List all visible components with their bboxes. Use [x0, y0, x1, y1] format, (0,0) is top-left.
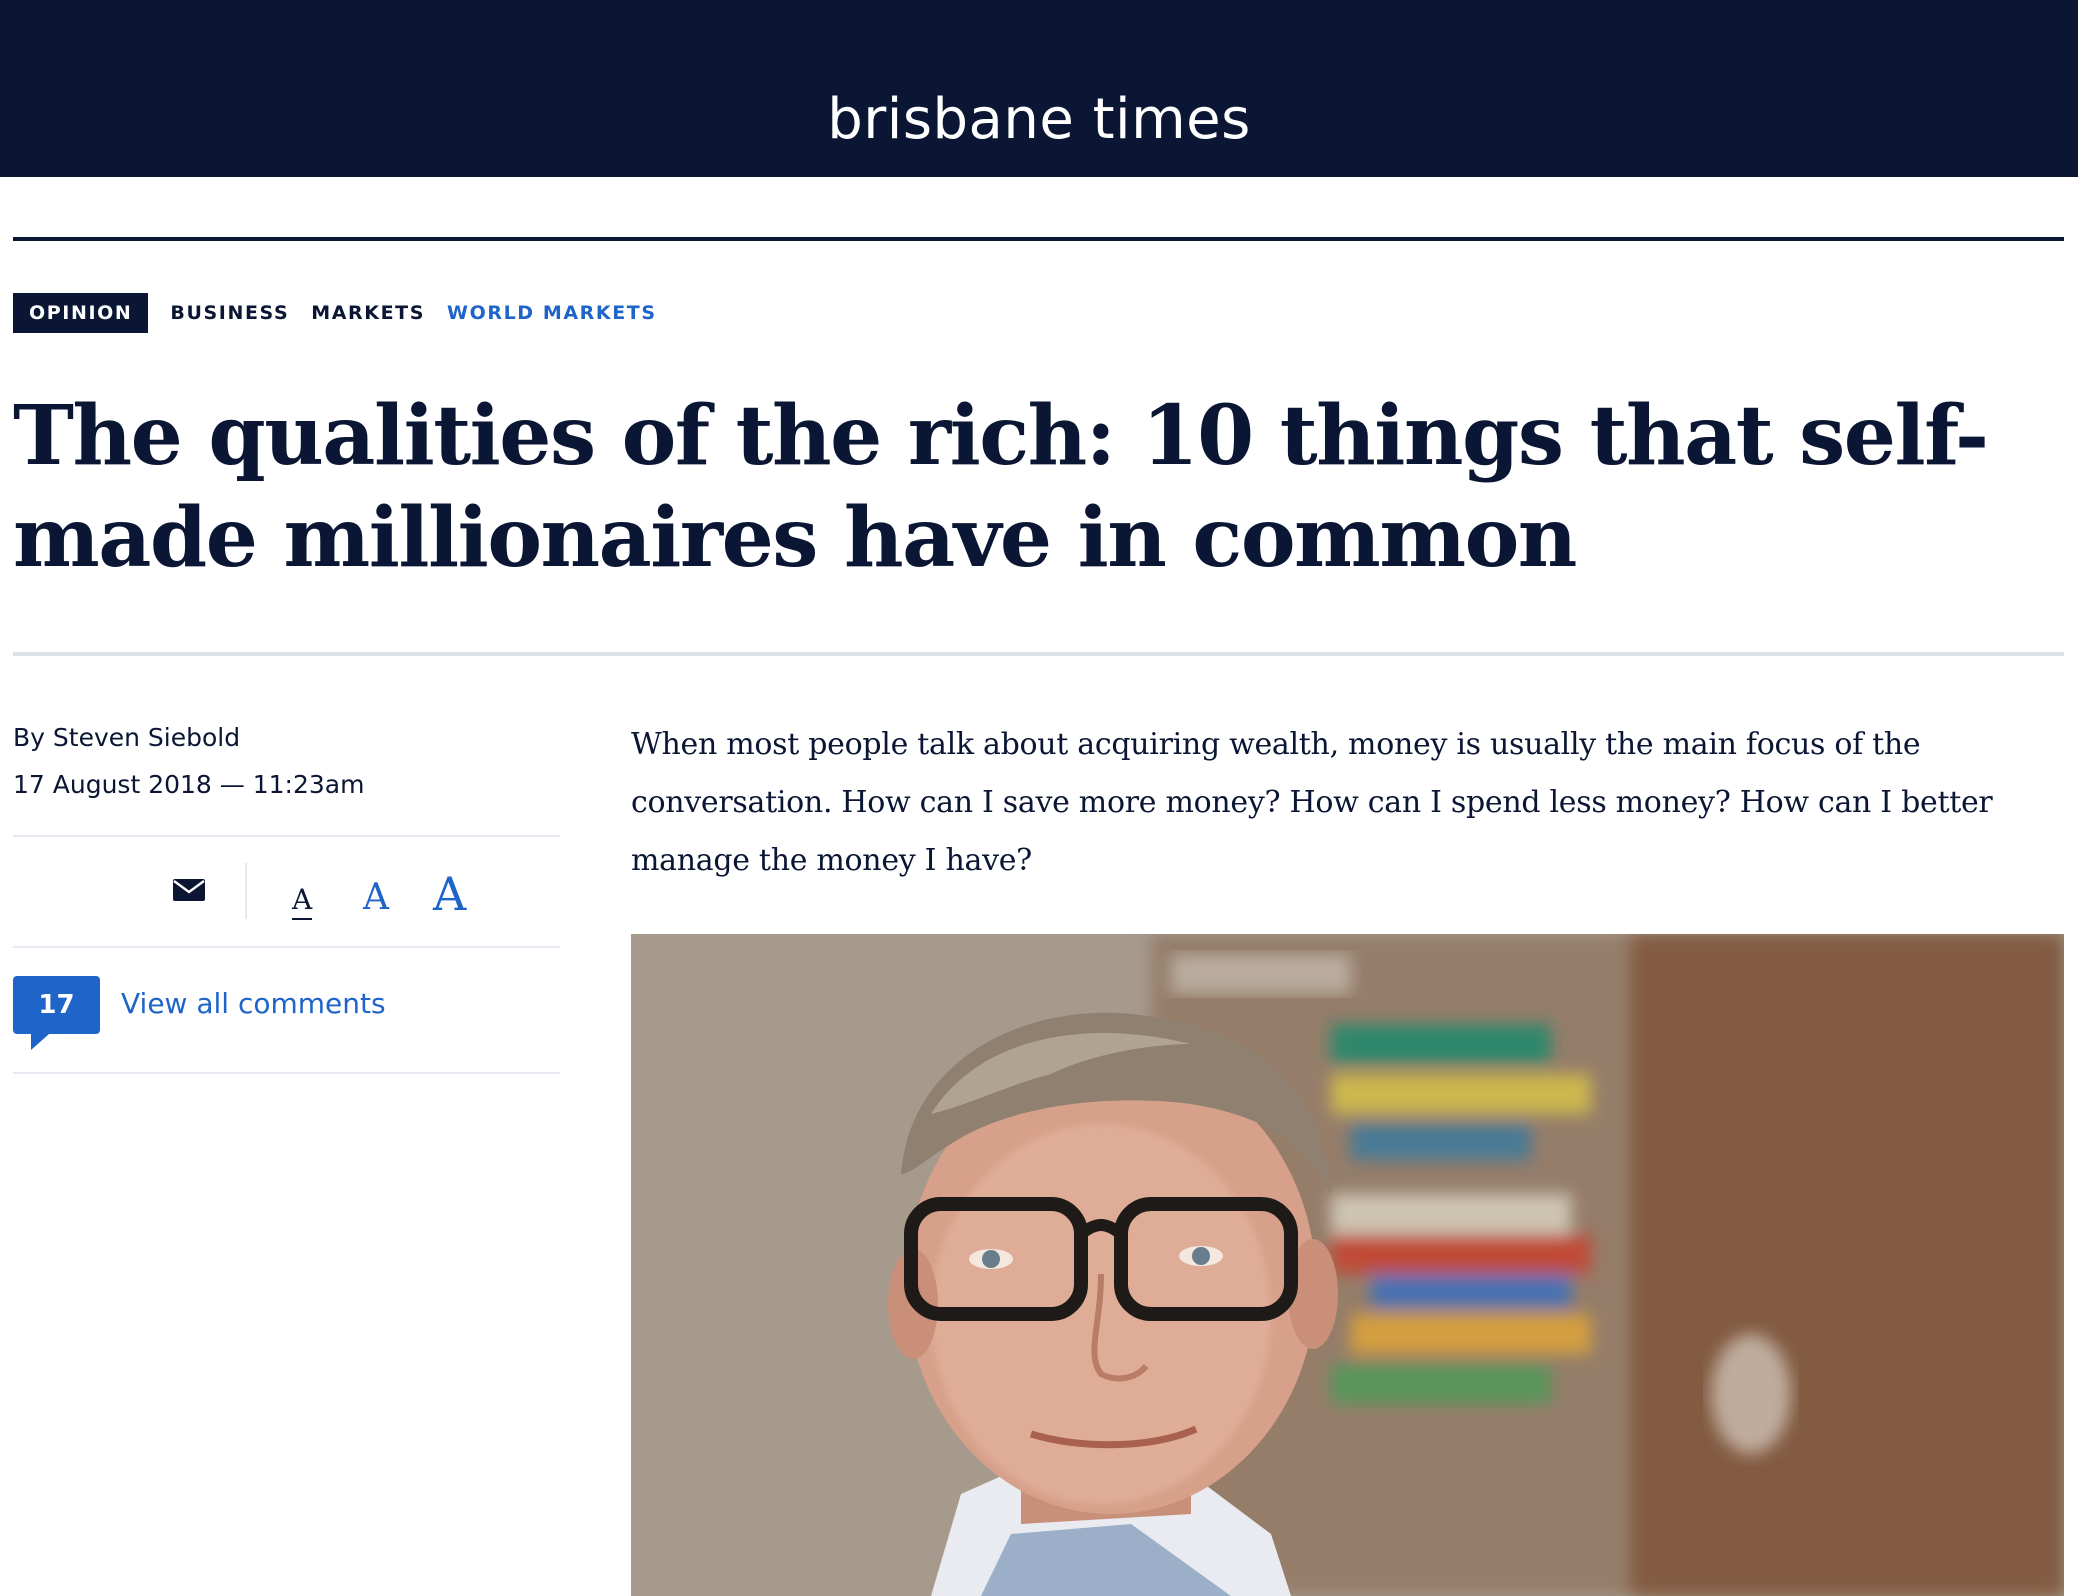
top-strip	[0, 0, 2078, 63]
publish-date: 17 August 2018 — 11:23am	[13, 770, 365, 799]
envelope-icon[interactable]	[173, 879, 205, 901]
font-size-large-button[interactable]: A	[433, 867, 466, 921]
view-all-comments-link[interactable]: View all comments	[121, 987, 386, 1020]
sidebar-divider	[13, 835, 560, 837]
site-logo[interactable]: brisbane times	[827, 87, 1251, 152]
comments-section: 17 View all comments	[13, 976, 560, 1056]
byline: By Steven Siebold	[13, 723, 240, 752]
tag-opinion[interactable]: OPINION	[13, 293, 149, 333]
headline-divider	[13, 652, 2064, 656]
article-tools: A A A	[13, 855, 560, 927]
tag-markets[interactable]: MARKETS	[311, 302, 425, 324]
portrait-illustration	[631, 934, 2064, 1596]
tag-business[interactable]: BUSINESS	[170, 302, 289, 324]
sidebar-divider	[13, 946, 560, 948]
sidebar-divider	[13, 1072, 560, 1074]
speech-bubble-tail	[31, 1034, 49, 1050]
article-tags: OPINION BUSINESS MARKETS WORLD MARKETS	[13, 293, 679, 333]
comment-count-badge[interactable]: 17	[13, 976, 100, 1034]
tag-world-markets[interactable]: WORLD MARKETS	[447, 302, 657, 324]
font-size-small-button[interactable]: A	[292, 883, 313, 920]
tools-divider	[245, 863, 247, 919]
byline-prefix: By	[13, 723, 45, 752]
article-intro: When most people talk about acquiring we…	[631, 727, 1993, 878]
article-headline: The qualities of the rich: 10 things tha…	[13, 388, 1989, 586]
masthead: brisbane times	[0, 62, 2078, 177]
font-size-medium-button[interactable]: A	[363, 877, 389, 918]
author-link[interactable]: Steven Siebold	[53, 723, 240, 752]
hero-photo	[631, 934, 2064, 1596]
header-divider	[13, 237, 2064, 241]
